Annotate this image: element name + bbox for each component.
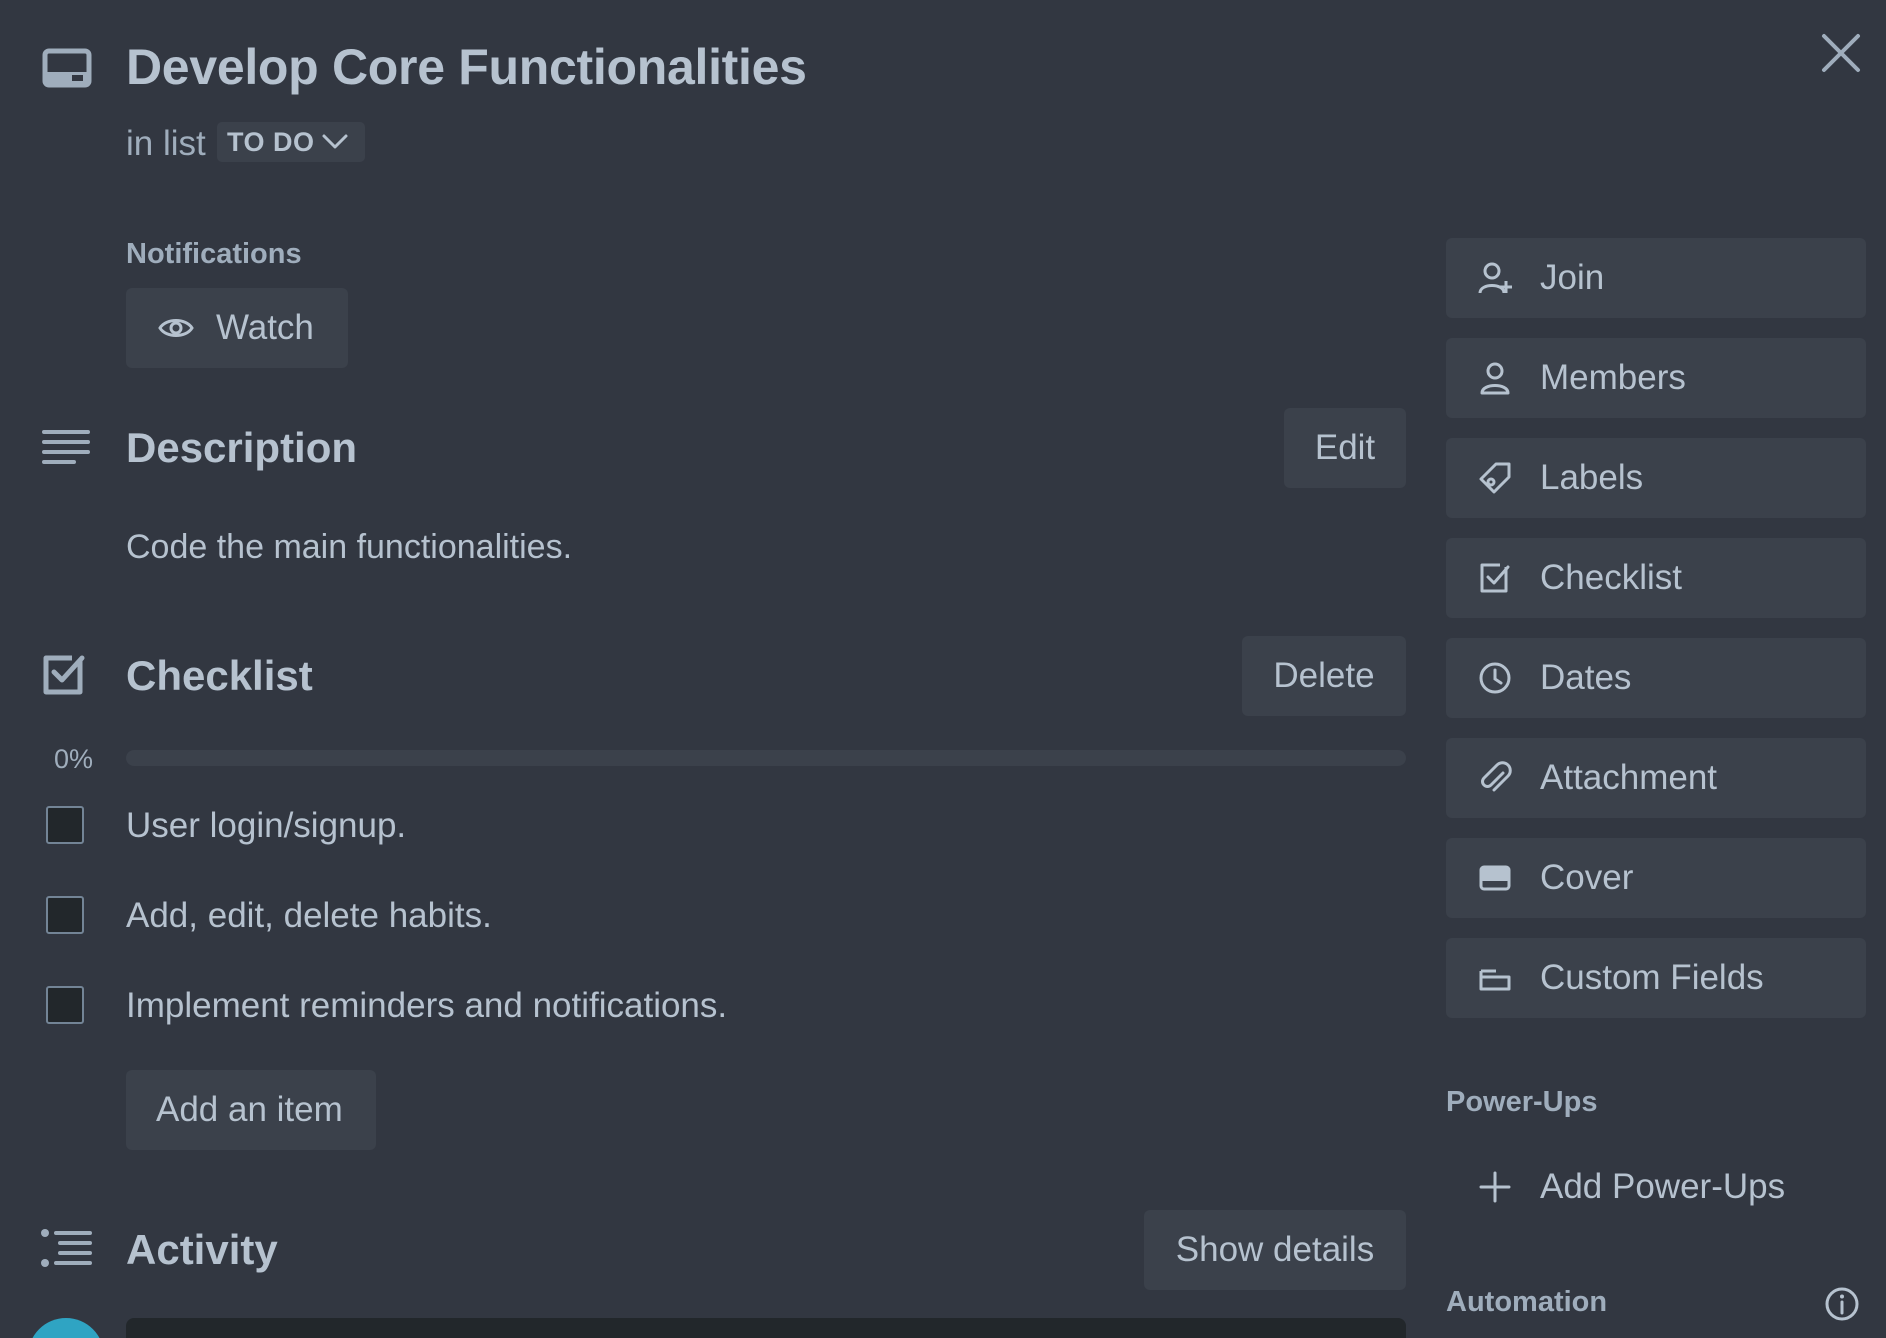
dates-label: Dates [1540, 658, 1632, 697]
custom-fields-icon [1479, 969, 1511, 991]
watch-label: Watch [216, 308, 314, 347]
list-name: TO DO [227, 126, 315, 157]
cover-icon [1479, 865, 1511, 891]
description-icon [40, 428, 92, 476]
eye-icon [158, 319, 194, 337]
dates-button[interactable]: Dates [1446, 638, 1866, 718]
add-member-icon [1478, 262, 1512, 294]
clock-icon [1479, 662, 1511, 694]
members-button[interactable]: Members [1446, 338, 1866, 418]
checklist-item-checkbox[interactable] [46, 896, 84, 934]
custom-fields-label: Custom Fields [1540, 958, 1764, 997]
chevron-down-icon [322, 134, 348, 149]
attachment-button[interactable]: Attachment [1446, 738, 1866, 818]
add-checklist-item-button[interactable]: Add an item [126, 1070, 376, 1150]
labels-label: Labels [1540, 458, 1644, 497]
info-icon[interactable] [1824, 1286, 1860, 1322]
activity-title: Activity [126, 1226, 278, 1273]
tag-icon [1479, 462, 1511, 494]
join-button[interactable]: Join [1446, 238, 1866, 318]
attachment-label: Attachment [1540, 758, 1718, 797]
members-label: Members [1540, 358, 1686, 397]
card-detail-dialog: Develop Core Functionalities in list TO … [0, 0, 1886, 1338]
person-icon [1480, 362, 1510, 395]
join-label: Join [1540, 258, 1605, 297]
cover-button[interactable]: Cover [1446, 838, 1866, 918]
checklist-progress-bar [126, 750, 1406, 766]
edit-description-button[interactable]: Edit [1284, 408, 1406, 488]
checklist-button[interactable]: Checklist [1446, 538, 1866, 618]
checklist-item-checkbox[interactable] [46, 986, 84, 1024]
paperclip-icon [1481, 761, 1512, 792]
checklist-progress-percent: 0% [54, 744, 94, 774]
add-powerups-button[interactable]: Add Power-Ups [1446, 1152, 1785, 1222]
labels-button[interactable]: Labels [1446, 438, 1866, 518]
notifications-label: Notifications [126, 238, 302, 270]
checklist-item-text[interactable]: Add, edit, delete habits. [126, 896, 492, 936]
checklist-item-text[interactable]: User login/signup. [126, 806, 406, 846]
avatar[interactable] [28, 1318, 104, 1338]
cover-label: Cover [1540, 858, 1634, 897]
checklist-item-checkbox[interactable] [46, 806, 84, 844]
show-details-button[interactable]: Show details [1144, 1210, 1406, 1290]
checklist-icon [1480, 563, 1510, 593]
description-title: Description [126, 424, 358, 471]
automation-label: Automation [1446, 1286, 1608, 1318]
comment-input[interactable] [126, 1318, 1406, 1338]
checklist-label: Checklist [1540, 558, 1682, 597]
card-icon [42, 48, 92, 88]
add-powerups-label: Add Power-Ups [1540, 1167, 1786, 1206]
powerups-label: Power-Ups [1446, 1086, 1598, 1118]
delete-checklist-button[interactable]: Delete [1242, 636, 1406, 716]
in-list-label: in list [126, 124, 206, 163]
checklist-item-text[interactable]: Implement reminders and notifications. [126, 986, 727, 1026]
close-icon[interactable] [1818, 30, 1864, 76]
activity-icon [40, 1228, 92, 1276]
description-text[interactable]: Code the main functionalities. [126, 528, 572, 567]
custom-fields-button[interactable]: Custom Fields [1446, 938, 1866, 1018]
watch-button[interactable]: Watch [126, 288, 348, 368]
plus-icon [1479, 1171, 1511, 1203]
checklist-icon [40, 652, 92, 700]
card-title[interactable]: Develop Core Functionalities [126, 38, 807, 96]
checklist-title: Checklist [126, 652, 313, 699]
list-selector[interactable]: TO DO [217, 122, 365, 162]
